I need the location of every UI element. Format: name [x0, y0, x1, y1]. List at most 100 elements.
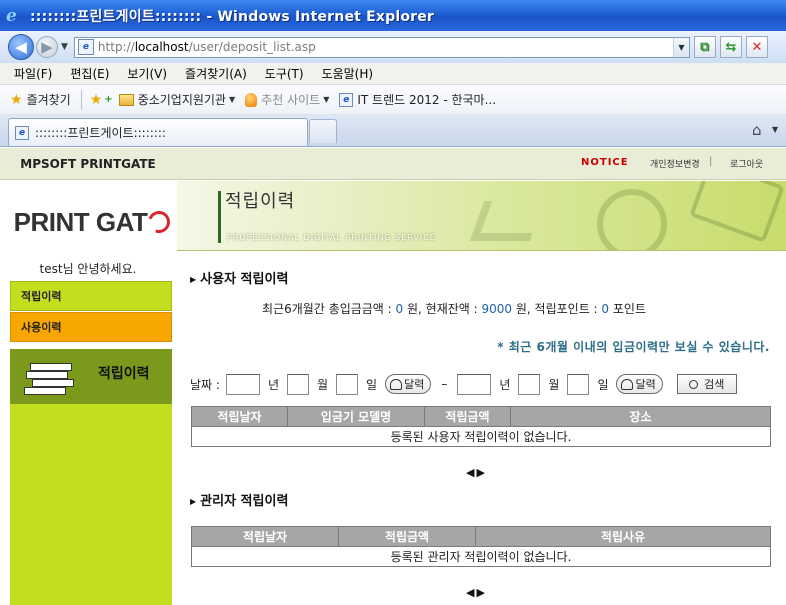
site-top-nav: MPSOFT PRINTGATE NOTICE 개인정보변경 | 로그아웃 — [0, 148, 786, 180]
banner-subtitle: PROFESSIONAL DIGITAL PRINTING SERVICE — [227, 233, 436, 242]
chevron-down-icon[interactable]: ▼ — [323, 95, 329, 104]
favorites-bar: ★ 즐겨찾기 ★ + 중소기업지원기관 ▼ 추천 사이트 ▼ e IT 트렌드 … — [0, 85, 786, 115]
greeting: test님 안녕하세요. — [39, 262, 137, 276]
menu-favorites[interactable]: 즐겨찾기(A) — [185, 65, 247, 82]
next-page-icon[interactable]: ▶ — [476, 586, 486, 599]
books-icon — [24, 359, 76, 399]
printgate-logo[interactable]: PRINT GAT — [7, 192, 177, 252]
close-icon: ✕ — [751, 39, 763, 55]
logo-text: PRINT GAT — [13, 206, 148, 237]
fav-item-it-trend[interactable]: IT 트렌드 2012 - 한국마... — [357, 91, 496, 108]
empty-message: 등록된 관리자 적립이력이 없습니다. — [191, 546, 771, 567]
next-page-icon[interactable]: ▶ — [476, 466, 486, 479]
chevron-down-icon[interactable]: ▼ — [772, 125, 778, 134]
prev-page-icon[interactable]: ◀ — [466, 466, 476, 479]
start-year-input[interactable] — [225, 373, 260, 395]
main-content: ▶ 사용자 적립이력 최근6개월간 총입금금액 : 0 원, 현재잔액 : 900… — [190, 252, 780, 605]
profile-link[interactable]: 개인정보변경 — [650, 157, 700, 170]
tab-printgate[interactable]: e ::::::::프린트게이트:::::::: — [8, 118, 308, 146]
compat-icon: ⧉ — [700, 39, 710, 55]
refresh-icon: ⇆ — [725, 39, 737, 55]
calendar-label: 달력 — [404, 378, 425, 391]
logo-ring-icon — [144, 207, 174, 237]
menu-tools[interactable]: 도구(T) — [265, 65, 304, 82]
prev-page-icon[interactable]: ◀ — [466, 586, 476, 599]
sidebar-item-usage[interactable]: 사용이력 — [10, 312, 172, 342]
chevron-down-icon[interactable]: ▼ — [229, 95, 235, 104]
add-favorite-icon[interactable]: ★ — [90, 92, 103, 108]
arrow-left-icon: ◀ — [15, 38, 27, 56]
address-dropdown-icon[interactable]: ▼ — [672, 37, 689, 57]
user-pager: ◀▶ — [466, 466, 487, 479]
table-row: 등록된 사용자 적립이력이 없습니다. — [191, 426, 771, 447]
menu-file[interactable]: 파일(F) — [14, 65, 52, 82]
banner-decoration — [597, 189, 667, 250]
menu-help[interactable]: 도움말(H) — [322, 65, 374, 82]
menu-view[interactable]: 보기(V) — [127, 65, 167, 82]
back-button[interactable]: ◀ — [8, 34, 34, 60]
triangle-bullet-icon: ▶ — [190, 497, 197, 506]
year-unit: 년 — [499, 377, 511, 392]
address-bar[interactable]: e http://localhost/user/deposit_list.asp… — [73, 36, 690, 58]
col-amount: 적립금액 — [338, 526, 476, 547]
window-title: ::::::::프린트게이트:::::::: - Windows Interne… — [30, 8, 435, 25]
suggested-sites-icon — [245, 92, 258, 107]
separator — [80, 89, 82, 110]
banner-bar — [218, 191, 221, 243]
banner-title: 적립이력 — [225, 191, 296, 212]
summary-mid1: 원, 현재잔액 : — [403, 302, 482, 316]
balance-value: 9000 — [481, 302, 513, 316]
search-icon — [689, 379, 699, 389]
ie-logo-icon: e — [6, 5, 17, 26]
day-unit: 일 — [366, 377, 378, 392]
sidebar-panel-title: 적립이력 — [98, 366, 150, 382]
summary-prefix: 최근6개월간 총입금금액 : — [262, 302, 396, 316]
folder-icon — [118, 93, 134, 106]
arrow-right-icon: ▶ — [41, 38, 53, 56]
stop-button[interactable]: ✕ — [745, 36, 768, 58]
col-model: 입금기 모델명 — [287, 406, 425, 427]
end-month-input[interactable] — [518, 373, 541, 395]
compatibility-view-button[interactable]: ⧉ — [693, 36, 716, 58]
end-calendar-button[interactable]: 달력 — [616, 374, 663, 394]
banner-decoration — [689, 181, 785, 243]
history-dropdown-icon[interactable]: ▼ — [61, 42, 68, 52]
end-year-input[interactable] — [457, 373, 492, 395]
admin-deposit-table: 적립날자 적립금액 적립사유 등록된 관리자 적립이력이 없습니다. — [191, 526, 771, 567]
new-tab-button[interactable] — [309, 119, 337, 143]
month-unit: 월 — [317, 377, 329, 392]
address-url[interactable]: http://localhost/user/deposit_list.asp — [98, 40, 673, 54]
date-filter: 날짜 : 년 월 일 달력 – 년 월 일 달력 검색 — [190, 372, 780, 396]
start-month-input[interactable] — [287, 373, 309, 395]
logout-link[interactable]: 로그아웃 — [730, 157, 763, 170]
refresh-button[interactable]: ⇆ — [719, 36, 742, 58]
sidebar-panel: 적립이력 — [10, 349, 172, 605]
home-icon[interactable]: ⌂ — [752, 121, 762, 139]
range-dash: – — [441, 377, 448, 391]
start-day-input[interactable] — [336, 373, 359, 395]
plus-icon: + — [104, 94, 113, 105]
month-unit: 월 — [548, 377, 560, 392]
url-prefix: http:// — [97, 40, 135, 54]
site-brand: MPSOFT PRINTGATE — [20, 157, 156, 171]
admin-section-title: ▶ 관리자 적립이력 — [190, 490, 288, 509]
forward-button[interactable]: ▶ — [36, 36, 58, 58]
fav-item-sme[interactable]: 중소기업지원기관 — [138, 91, 226, 108]
sidebar-panel-header: 적립이력 — [10, 349, 172, 404]
start-calendar-button[interactable]: 달력 — [385, 374, 432, 394]
sidebar-item-deposit[interactable]: 적립이력 — [10, 281, 172, 311]
six-month-note: * 최근 6개월 이내의 입금이력만 보실 수 있습니다. — [497, 340, 770, 354]
menu-edit[interactable]: 편집(E) — [70, 65, 109, 82]
favorites-button[interactable]: 즐겨찾기 — [27, 91, 71, 108]
notice-link[interactable]: NOTICE — [581, 157, 629, 168]
table-header-row: 적립날자 입금기 모델명 적립금액 장소 — [191, 406, 771, 427]
end-day-input[interactable] — [567, 373, 590, 395]
banner-decoration — [469, 201, 545, 241]
search-button[interactable]: 검색 — [676, 374, 737, 394]
url-path: /user/deposit_list.asp — [188, 40, 316, 54]
date-label: 날짜 : — [190, 377, 220, 392]
day-unit: 일 — [597, 377, 609, 392]
star-icon: ★ — [10, 91, 23, 108]
fav-item-suggested[interactable]: 추천 사이트 — [261, 91, 320, 108]
tab-row: e ::::::::프린트게이트:::::::: ⌂ ▼ — [0, 115, 786, 147]
